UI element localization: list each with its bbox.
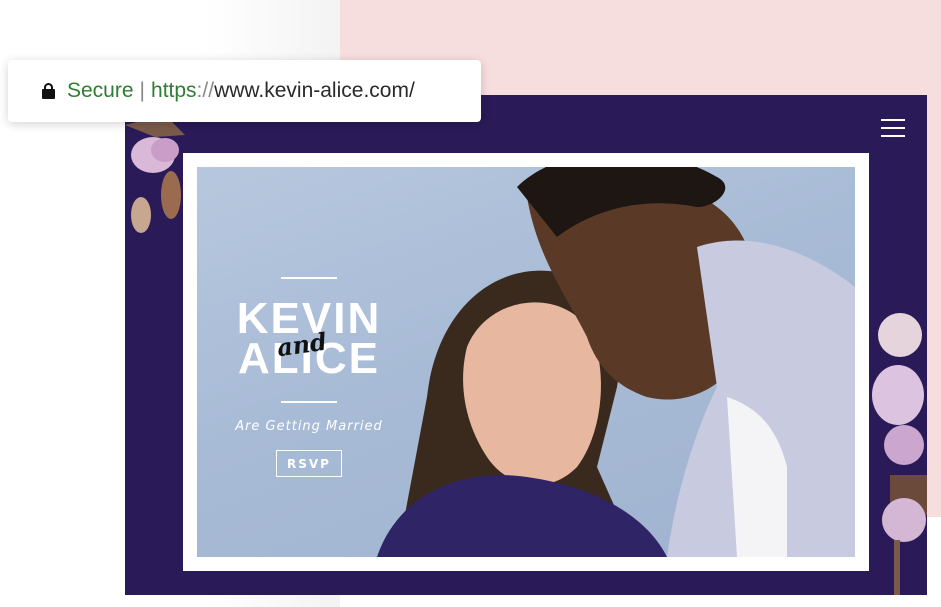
url-scheme-separator: :// — [196, 79, 215, 102]
address-bar[interactable]: Secure | https://www.kevin-alice.com/ — [8, 60, 481, 122]
couple-photo: KEVIN and ALICE Are Getting Married RSVP — [197, 167, 855, 557]
secure-label: Secure — [67, 79, 134, 102]
menu-line — [881, 135, 905, 137]
menu-line — [881, 119, 905, 121]
rsvp-button[interactable]: RSVP — [276, 450, 342, 477]
lock-icon — [42, 83, 55, 99]
hero-text-block: KEVIN and ALICE Are Getting Married RSVP — [219, 277, 399, 477]
divider-bottom — [281, 401, 337, 403]
flower-decoration-right — [872, 313, 927, 595]
menu-line — [881, 127, 905, 129]
hero-frame: KEVIN and ALICE Are Getting Married RSVP — [183, 153, 869, 571]
url-separator: | — [139, 79, 146, 102]
divider-top — [281, 277, 337, 279]
website-preview: KEVIN and ALICE Are Getting Married RSVP — [125, 95, 927, 595]
url-scheme: https — [151, 79, 197, 102]
and-script: and — [275, 326, 329, 363]
tagline: Are Getting Married — [235, 419, 383, 434]
couple-names: KEVIN and ALICE — [219, 297, 399, 381]
hamburger-menu-icon[interactable] — [881, 117, 905, 139]
url-host-path: www.kevin-alice.com/ — [214, 79, 415, 102]
